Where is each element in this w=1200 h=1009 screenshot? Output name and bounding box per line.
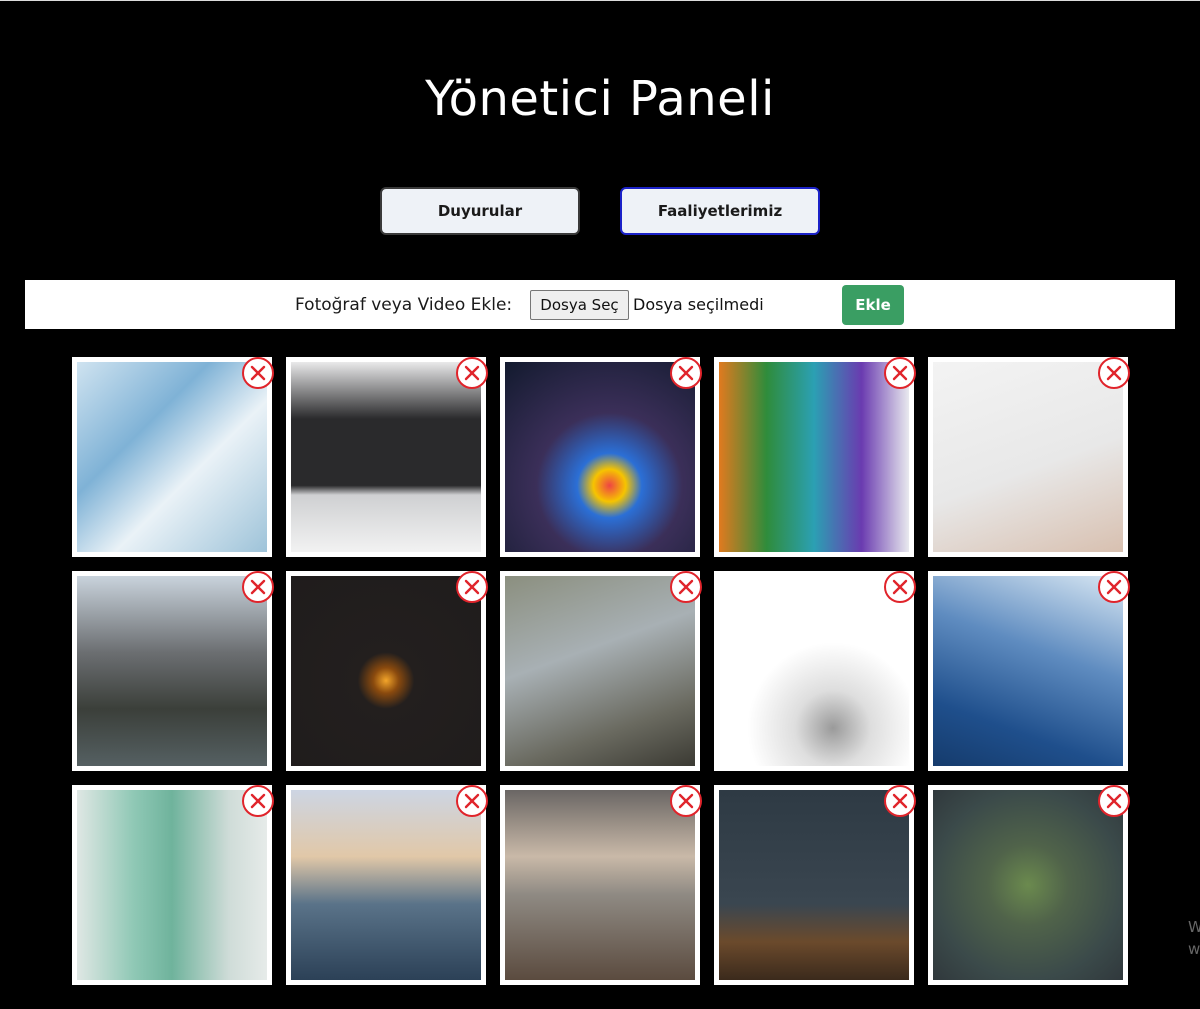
corner-line-1: W: [1188, 918, 1200, 936]
delete-icon[interactable]: [1098, 571, 1130, 603]
delete-icon[interactable]: [884, 785, 916, 817]
gallery-image: [719, 576, 909, 766]
gallery-item[interactable]: [286, 357, 488, 557]
delete-icon[interactable]: [242, 357, 274, 389]
delete-icon[interactable]: [456, 785, 488, 817]
gallery-item[interactable]: [714, 785, 916, 985]
delete-icon[interactable]: [670, 571, 702, 603]
gallery-image: [933, 790, 1123, 980]
gallery-image: [719, 790, 909, 980]
delete-icon[interactable]: [884, 571, 916, 603]
gallery-item[interactable]: [500, 785, 702, 985]
gallery-image: [505, 576, 695, 766]
gallery-item[interactable]: [928, 357, 1130, 557]
gallery-item[interactable]: [714, 571, 916, 771]
upload-bar: Fotoğraf veya Video Ekle: Dosya Seç Dosy…: [25, 280, 1175, 329]
gallery-image: [719, 362, 909, 552]
gallery-item[interactable]: [928, 785, 1130, 985]
gallery-image: [77, 362, 267, 552]
gallery-image: [291, 790, 481, 980]
delete-icon[interactable]: [1098, 785, 1130, 817]
gallery-image: [77, 790, 267, 980]
gallery-item[interactable]: [928, 571, 1130, 771]
choose-file-button[interactable]: Dosya Seç: [530, 290, 629, 320]
gallery-image: [505, 790, 695, 980]
delete-icon[interactable]: [456, 571, 488, 603]
add-button[interactable]: Ekle: [842, 285, 904, 325]
delete-icon[interactable]: [242, 785, 274, 817]
corner-line-2: w: [1188, 940, 1200, 958]
gallery-item[interactable]: [286, 785, 488, 985]
delete-icon[interactable]: [670, 357, 702, 389]
delete-icon[interactable]: [456, 357, 488, 389]
gallery-item[interactable]: [714, 357, 916, 557]
gallery-item[interactable]: [500, 571, 702, 771]
delete-icon[interactable]: [1098, 357, 1130, 389]
gallery-image: [291, 362, 481, 552]
duyurular-button[interactable]: Duyurular: [380, 187, 580, 235]
gallery-item[interactable]: [72, 357, 274, 557]
file-status-text: Dosya seçilmedi: [633, 295, 764, 314]
corner-partial-text: W w: [1188, 916, 1200, 960]
gallery-image: [291, 576, 481, 766]
gallery-image: [77, 576, 267, 766]
delete-icon[interactable]: [242, 571, 274, 603]
delete-icon[interactable]: [670, 785, 702, 817]
delete-icon[interactable]: [884, 357, 916, 389]
gallery-image: [505, 362, 695, 552]
page-title: Yönetici Paneli: [425, 71, 775, 127]
gallery-image: [933, 362, 1123, 552]
gallery-item[interactable]: [286, 571, 488, 771]
gallery-item[interactable]: [72, 785, 274, 985]
gallery-image: [933, 576, 1123, 766]
gallery-item[interactable]: [72, 571, 274, 771]
upload-label: Fotoğraf veya Video Ekle:: [295, 295, 513, 315]
faaliyetlerimiz-button[interactable]: Faaliyetlerimiz: [620, 187, 820, 235]
gallery-item[interactable]: [500, 357, 702, 557]
